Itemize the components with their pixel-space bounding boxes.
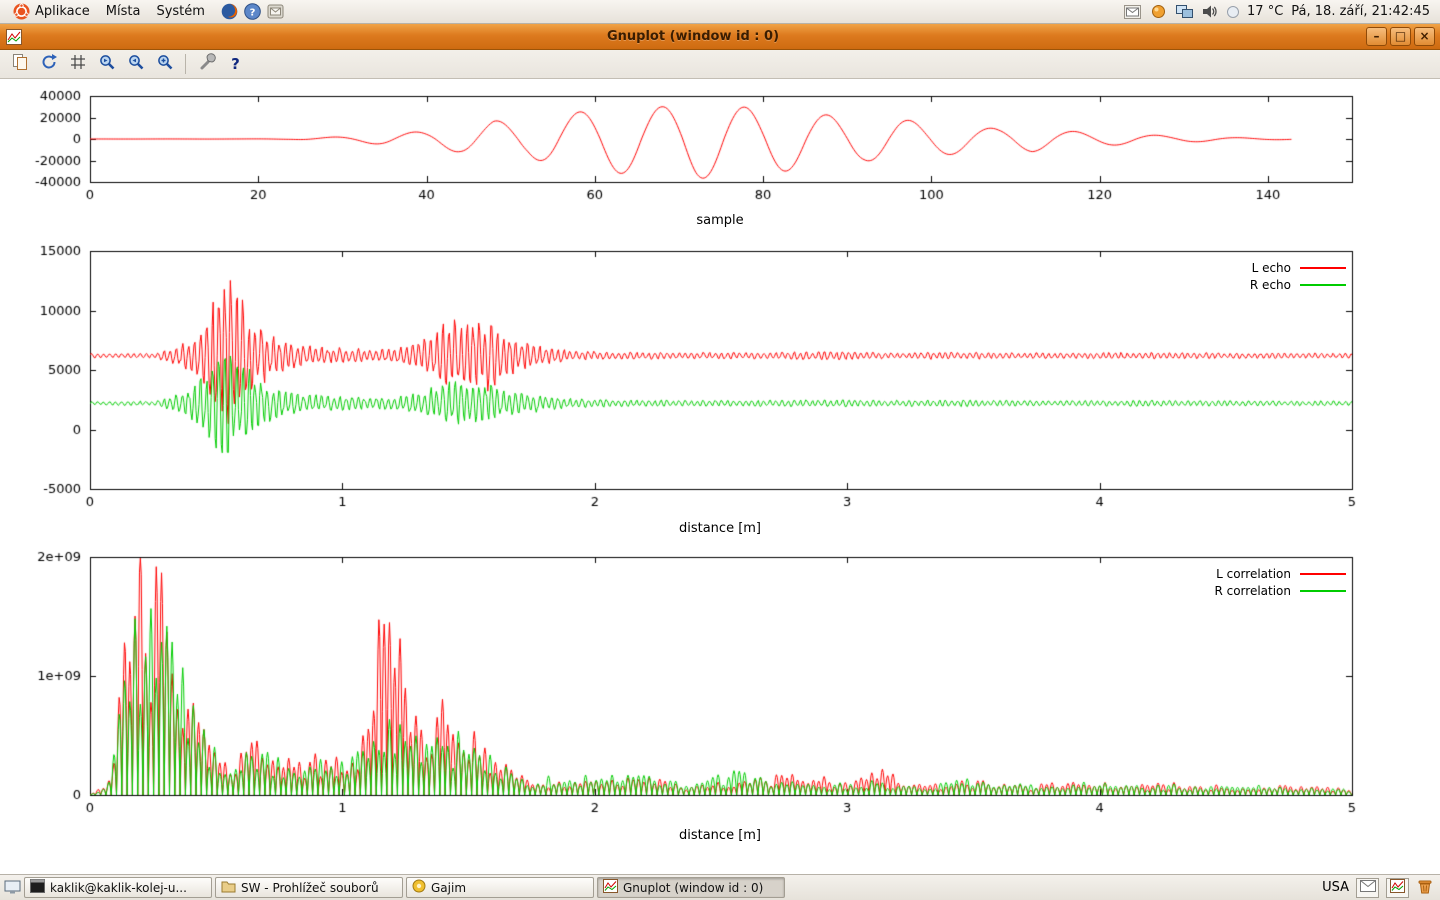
wrench-icon bbox=[198, 53, 216, 75]
gnuplot-icon bbox=[603, 879, 618, 896]
plot-area bbox=[0, 79, 1440, 874]
gnuplot-toolbar: ? bbox=[0, 50, 1440, 79]
desktop: Aplikace Místa Systém ? bbox=[0, 0, 1440, 900]
zoom-icon bbox=[156, 53, 174, 75]
task-label: SW - Prohlížeč souborů bbox=[241, 881, 379, 895]
panel-launchers: ? bbox=[221, 3, 285, 21]
copy-icon bbox=[11, 53, 29, 75]
software-updates-icon[interactable] bbox=[1149, 3, 1167, 21]
legend-entry: L echo bbox=[1250, 259, 1346, 276]
zoom-button[interactable] bbox=[152, 52, 177, 76]
legend-label: R correlation bbox=[1214, 584, 1291, 598]
chart3-xlabel: distance [m] bbox=[0, 828, 1440, 843]
help-button[interactable]: ? bbox=[223, 52, 248, 76]
trash-button[interactable] bbox=[1416, 879, 1434, 897]
ubuntu-logo-icon bbox=[12, 3, 30, 21]
volume-icon[interactable] bbox=[1201, 3, 1219, 21]
menu-places-label: Místa bbox=[106, 4, 141, 19]
svg-text:?: ? bbox=[250, 7, 256, 18]
legend-line-sample bbox=[1300, 573, 1346, 575]
task-terminal[interactable]: kaklik@kaklik-kolej-u... bbox=[24, 877, 212, 898]
terminal-icon bbox=[30, 879, 45, 896]
close-button[interactable]: × bbox=[1414, 27, 1435, 46]
chart3-legend: L correlation R correlation bbox=[1214, 565, 1346, 599]
panel-tray: 17 °C Pá, 18. září, 21:42:45 bbox=[1123, 3, 1436, 21]
zoom-previous-icon bbox=[98, 53, 116, 75]
show-desktop-button[interactable] bbox=[3, 879, 21, 897]
task-label: Gajim bbox=[431, 881, 466, 895]
refresh-icon bbox=[40, 53, 58, 75]
mail-tray-icon bbox=[1360, 880, 1376, 896]
trash-icon bbox=[1416, 877, 1434, 899]
gajim-icon bbox=[412, 879, 426, 896]
minimize-button[interactable]: – bbox=[1366, 27, 1387, 46]
window-selector-icon bbox=[1390, 879, 1405, 897]
top-panel: Aplikace Místa Systém ? bbox=[0, 0, 1440, 24]
legend-entry: R correlation bbox=[1214, 582, 1346, 599]
toolbar-separator bbox=[185, 54, 186, 74]
legend-line-sample bbox=[1300, 267, 1346, 269]
chart1-xlabel: sample bbox=[0, 213, 1440, 228]
legend-label: L correlation bbox=[1216, 567, 1291, 581]
chart2-xlabel: distance [m] bbox=[0, 521, 1440, 536]
weather-icon[interactable] bbox=[1227, 6, 1239, 18]
menu-system[interactable]: Systém bbox=[148, 0, 212, 23]
menu-applications-label: Aplikace bbox=[35, 4, 90, 19]
window-titlebar[interactable]: Gnuplot (window id : 0) – □ × bbox=[0, 24, 1440, 50]
mail-launcher-icon[interactable] bbox=[267, 3, 285, 21]
chart2-legend: L echo R echo bbox=[1250, 259, 1346, 293]
task-label: kaklik@kaklik-kolej-u... bbox=[50, 881, 187, 895]
mail-notification-icon[interactable] bbox=[1123, 3, 1141, 21]
gnuplot-window-icon bbox=[5, 28, 23, 46]
window-selector-button[interactable] bbox=[1386, 878, 1409, 898]
clock[interactable]: Pá, 18. září, 21:42:45 bbox=[1291, 4, 1430, 19]
maximize-button[interactable]: □ bbox=[1390, 27, 1411, 46]
displays-icon[interactable] bbox=[1175, 3, 1193, 21]
keyboard-indicator[interactable]: USA bbox=[1322, 880, 1349, 895]
grid-button[interactable] bbox=[65, 52, 90, 76]
settings-button[interactable] bbox=[194, 52, 219, 76]
help-icon: ? bbox=[231, 55, 240, 73]
copy-button[interactable] bbox=[7, 52, 32, 76]
legend-line-sample bbox=[1300, 284, 1346, 286]
mail-tray-button[interactable] bbox=[1356, 878, 1379, 898]
help-launcher-icon[interactable]: ? bbox=[244, 3, 262, 21]
legend-entry: L correlation bbox=[1214, 565, 1346, 582]
replot-button[interactable] bbox=[36, 52, 61, 76]
task-gajim[interactable]: Gajim bbox=[406, 877, 594, 898]
charts-canvas[interactable] bbox=[0, 79, 1440, 874]
legend-line-sample bbox=[1300, 590, 1346, 592]
file-manager-icon bbox=[221, 879, 236, 896]
menu-places[interactable]: Místa bbox=[98, 0, 149, 23]
menu-system-label: Systém bbox=[156, 4, 204, 19]
taskbar: kaklik@kaklik-kolej-u... SW - Prohlížeč … bbox=[0, 874, 1440, 900]
zoom-previous-button[interactable] bbox=[94, 52, 119, 76]
taskbar-tray: USA bbox=[1322, 878, 1437, 898]
task-gnuplot[interactable]: Gnuplot (window id : 0) bbox=[597, 877, 785, 898]
legend-entry: R echo bbox=[1250, 276, 1346, 293]
menu-applications[interactable]: Aplikace bbox=[4, 0, 98, 23]
grid-icon bbox=[69, 53, 87, 75]
zoom-next-button[interactable] bbox=[123, 52, 148, 76]
task-label: Gnuplot (window id : 0) bbox=[623, 881, 763, 895]
window-title: Gnuplot (window id : 0) bbox=[23, 29, 1363, 44]
firefox-launcher-icon[interactable] bbox=[221, 3, 239, 21]
legend-label: R echo bbox=[1250, 278, 1291, 292]
temperature-label[interactable]: 17 °C bbox=[1247, 4, 1283, 19]
legend-label: L echo bbox=[1252, 261, 1291, 275]
zoom-next-icon bbox=[127, 53, 145, 75]
task-file-manager[interactable]: SW - Prohlížeč souborů bbox=[215, 877, 403, 898]
